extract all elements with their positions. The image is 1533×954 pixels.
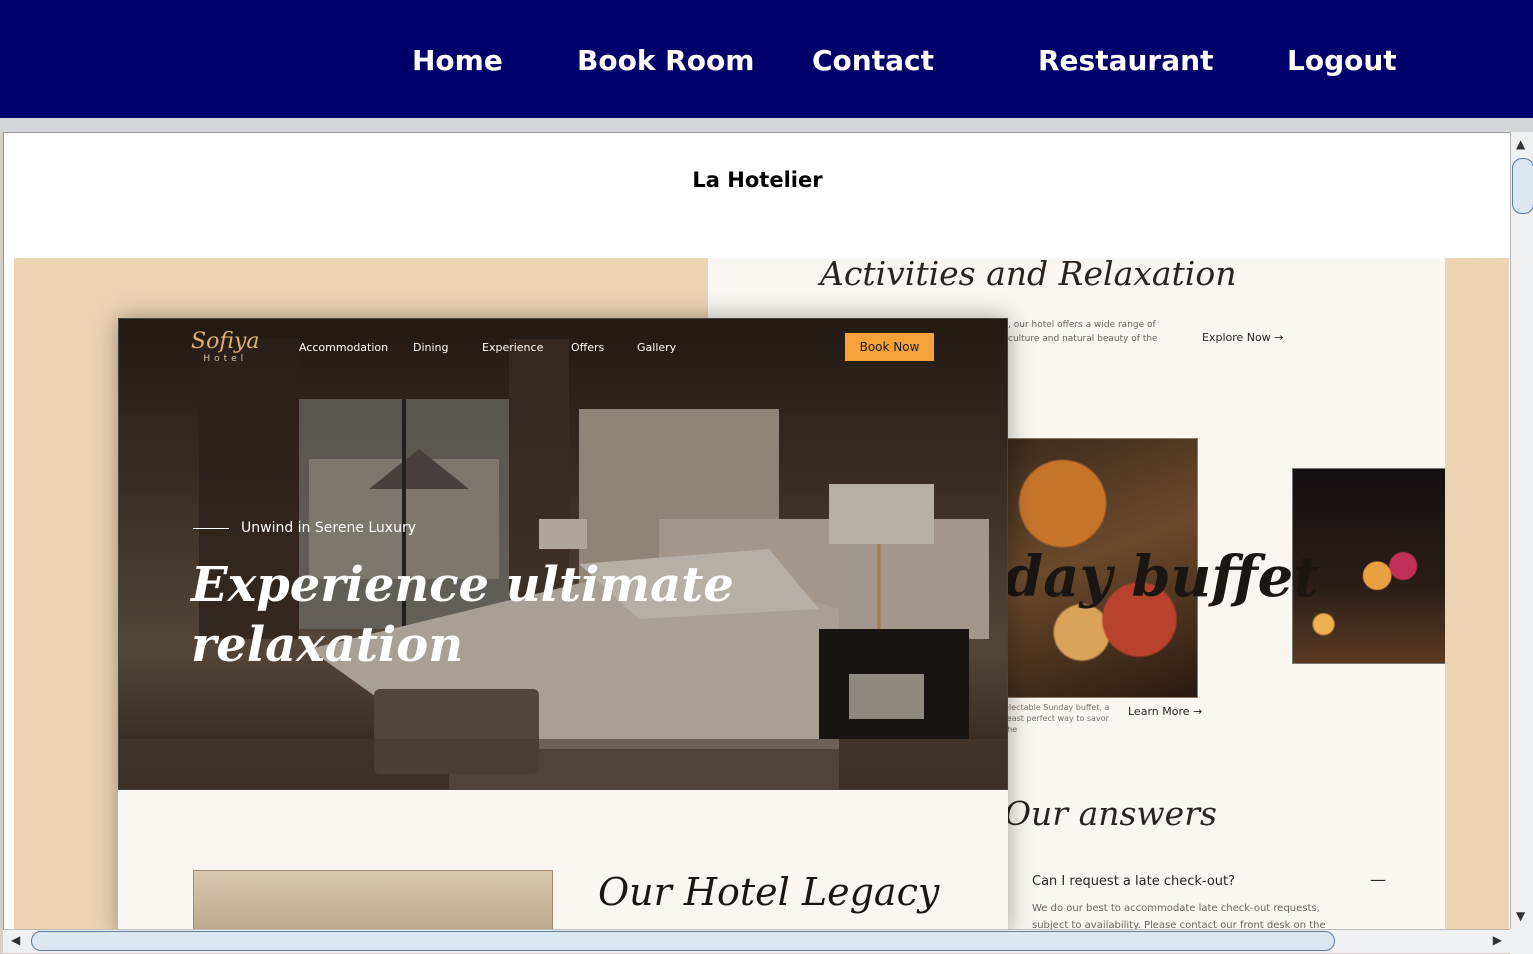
book-now-button[interactable]: Book Now	[845, 333, 934, 361]
learn-more-link[interactable]: Learn More →	[1128, 705, 1202, 718]
vertical-scrollbar[interactable]: ▲ ▼	[1510, 132, 1533, 929]
horizontal-scroll-thumb[interactable]	[31, 931, 1335, 951]
scroll-up-arrow-icon[interactable]: ▲	[1516, 137, 1525, 151]
activities-text: , our hotel offers a wide range of cultu…	[1008, 320, 1158, 344]
scroll-right-arrow-icon[interactable]: ▶	[1493, 933, 1502, 947]
menu-experience[interactable]: Experience	[482, 341, 543, 354]
menu-dining[interactable]: Dining	[413, 341, 449, 354]
buffet-text: electable Sunday buffet, a feast perfect…	[1004, 703, 1110, 734]
menu-gallery[interactable]: Gallery	[637, 341, 676, 354]
tagline-text: Unwind in Serene Luxury	[241, 520, 417, 536]
menu-accommodation[interactable]: Accommodation	[299, 341, 388, 354]
tagline-dash	[193, 527, 229, 529]
hotel-preview-image: Activities and Relaxation , our hotel of…	[14, 258, 1509, 930]
nav-logout-link[interactable]: Logout	[1287, 44, 1397, 77]
scroll-left-arrow-icon[interactable]: ◀	[11, 933, 20, 947]
hero-title: Experience ultimate relaxation	[191, 557, 734, 673]
scrollbar-corner	[1510, 929, 1533, 954]
nav-home-link[interactable]: Home	[412, 44, 503, 77]
vertical-scroll-thumb[interactable]	[1512, 158, 1533, 214]
activities-heading: Activities and Relaxation	[820, 258, 1237, 293]
nav-book-room-link[interactable]: Book Room	[577, 44, 754, 77]
explore-now-link[interactable]: Explore Now →	[1202, 331, 1283, 344]
nav-restaurant-link[interactable]: Restaurant	[1038, 44, 1213, 77]
logo-name: Sofiya	[191, 329, 260, 354]
legacy-heading: Our Hotel Legacy	[598, 870, 940, 914]
horizontal-scrollbar[interactable]: ◀ ▶	[3, 929, 1510, 953]
preview-front-page: Sofiya Hotel Accommodation Dining Experi…	[118, 318, 1008, 930]
scroll-down-arrow-icon[interactable]: ▼	[1516, 909, 1525, 923]
content-frame: La Hotelier Activities and Relaxation , …	[3, 132, 1511, 930]
nav-contact-link[interactable]: Contact	[812, 44, 934, 77]
logo-subtitle: Hotel	[203, 354, 248, 364]
faq-heading: Our answers	[1004, 794, 1217, 833]
menu-offers[interactable]: Offers	[571, 341, 604, 354]
hero-tagline: Unwind in Serene Luxury	[193, 520, 416, 536]
sofiya-logo[interactable]: Sofiya Hotel	[191, 329, 260, 364]
page-title: La Hotelier	[692, 168, 823, 192]
faq-collapse-icon[interactable]: —	[1370, 870, 1386, 889]
faq-answer: We do our best to accommodate late check…	[1032, 903, 1326, 930]
nav-divider-band	[0, 118, 1533, 132]
top-navigation-bar: Home Book Room Contact Restaurant Logout	[0, 0, 1533, 118]
buffet-heading: day buffet	[1004, 544, 1320, 610]
faq-question[interactable]: Can I request a late check-out?	[1032, 874, 1235, 889]
hero-section: Sofiya Hotel Accommodation Dining Experi…	[118, 318, 1008, 790]
legacy-photo	[193, 870, 553, 930]
